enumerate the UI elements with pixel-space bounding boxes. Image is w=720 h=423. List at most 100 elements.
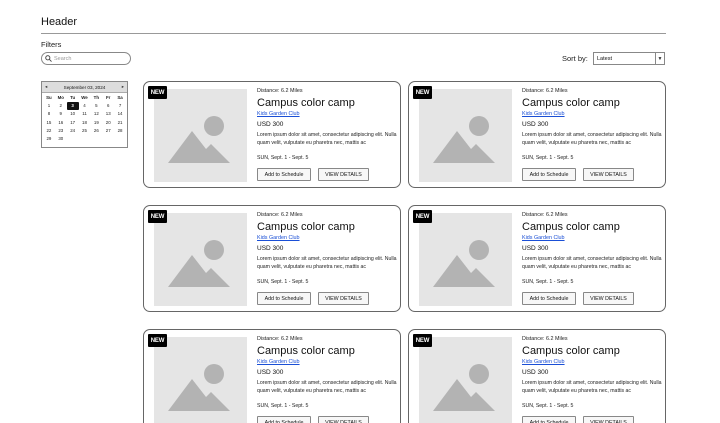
calendar-day[interactable]: 2: [55, 102, 67, 110]
calendar-weekday: We: [81, 95, 88, 100]
calendar-day[interactable]: 7: [114, 102, 126, 110]
calendar-day[interactable]: 11: [79, 110, 91, 118]
camp-card[interactable]: NEW Distance: 6.2 Miles Campus color camp K…: [143, 205, 401, 312]
card-dates: SUN, Sept. 1 - Sept. 5: [522, 155, 574, 161]
image-placeholder-icon: [419, 337, 512, 423]
add-to-schedule-button[interactable]: Add to Schedule: [522, 292, 576, 305]
card-price: USD 300: [522, 369, 549, 376]
card-distance: Distance: 6.2 Miles: [257, 336, 303, 342]
calendar-day[interactable]: 4: [79, 102, 91, 110]
card-host-link[interactable]: Kids Garden Club: [522, 111, 565, 117]
calendar-day[interactable]: 29: [43, 135, 55, 143]
calendar: ◂ September 03, 2024 ▸ Su Mo Tu We Th Fr Sa 1 2 3…: [41, 81, 128, 148]
view-details-button[interactable]: VIEW DETAILS: [318, 416, 369, 423]
calendar-day[interactable]: 23: [55, 127, 67, 135]
card-description: Lorem ipsum dolor sit amet, consectetur …: [522, 380, 662, 394]
card-description: Lorem ipsum dolor sit amet, consectetur …: [522, 132, 662, 146]
card-price: USD 300: [257, 369, 284, 376]
card-title: Campus color camp: [257, 221, 355, 233]
add-to-schedule-button[interactable]: Add to Schedule: [522, 168, 576, 181]
calendar-weekday: Fr: [106, 95, 111, 100]
sort-label: Sort by:: [562, 54, 588, 63]
new-badge: NEW: [413, 86, 432, 99]
card-price: USD 300: [522, 245, 549, 252]
card-host-link[interactable]: Kids Garden Club: [257, 111, 300, 117]
calendar-day[interactable]: 25: [79, 127, 91, 135]
calendar-day[interactable]: 27: [102, 127, 114, 135]
calendar-day[interactable]: 18: [79, 119, 91, 127]
card-title: Campus color camp: [257, 97, 355, 109]
card-distance: Distance: 6.2 Miles: [522, 336, 568, 342]
camp-card[interactable]: NEW Distance: 6.2 Miles Campus color camp K…: [408, 329, 666, 423]
calendar-day[interactable]: 17: [67, 119, 79, 127]
calendar-day[interactable]: 10: [67, 110, 79, 118]
new-badge: NEW: [148, 334, 167, 347]
card-description: Lorem ipsum dolor sit amet, consectetur …: [257, 132, 397, 146]
calendar-day[interactable]: 6: [102, 102, 114, 110]
card-title: Campus color camp: [522, 345, 620, 357]
sort-selected-value: Latest: [597, 55, 612, 62]
camp-card[interactable]: NEW Distance: 6.2 Miles Campus color camp K…: [143, 329, 401, 423]
calendar-day[interactable]: 28: [114, 127, 126, 135]
calendar-day[interactable]: 3: [66, 102, 79, 111]
calendar-day[interactable]: 26: [90, 127, 102, 135]
calendar-grid: Su Mo Tu We Th Fr Sa 1 2 3 4 5 6 7 8 9 10 11 12 13 14 15 16 17 1…: [42, 93, 127, 143]
calendar-header: ◂ September 03, 2024 ▸: [42, 82, 127, 93]
calendar-day[interactable]: 14: [114, 110, 126, 118]
calendar-day[interactable]: 12: [90, 110, 102, 118]
chevron-down-icon[interactable]: ▼: [655, 53, 664, 64]
search-box[interactable]: [41, 52, 131, 65]
card-distance: Distance: 6.2 Miles: [257, 88, 303, 94]
camp-card[interactable]: NEW Distance: 6.2 Miles Campus color camp K…: [408, 81, 666, 188]
card-price: USD 300: [257, 245, 284, 252]
card-title: Campus color camp: [522, 221, 620, 233]
image-placeholder-icon: [419, 213, 512, 306]
calendar-next-button[interactable]: ▸: [122, 84, 124, 90]
card-description: Lorem ipsum dolor sit amet, consectetur …: [522, 256, 662, 270]
add-to-schedule-button[interactable]: Add to Schedule: [257, 416, 311, 423]
calendar-weekday: Tu: [70, 95, 76, 100]
search-input[interactable]: [54, 55, 129, 62]
calendar-day[interactable]: 30: [55, 135, 67, 143]
calendar-weekday: Th: [93, 95, 100, 100]
add-to-schedule-button[interactable]: Add to Schedule: [257, 292, 311, 305]
card-dates: SUN, Sept. 1 - Sept. 5: [522, 279, 574, 285]
new-badge: NEW: [148, 86, 167, 99]
view-details-button[interactable]: VIEW DETAILS: [583, 168, 634, 181]
add-to-schedule-button[interactable]: Add to Schedule: [522, 416, 576, 423]
calendar-day[interactable]: 1: [43, 102, 55, 110]
calendar-day[interactable]: 16: [55, 119, 67, 127]
image-placeholder-icon: [154, 89, 247, 182]
calendar-day[interactable]: 19: [90, 119, 102, 127]
view-details-button[interactable]: VIEW DETAILS: [583, 416, 634, 423]
card-host-link[interactable]: Kids Garden Club: [257, 359, 300, 365]
calendar-day[interactable]: 15: [43, 119, 55, 127]
calendar-day[interactable]: 20: [102, 119, 114, 127]
view-details-button[interactable]: VIEW DETAILS: [318, 292, 369, 305]
card-distance: Distance: 6.2 Miles: [522, 212, 568, 218]
card-description: Lorem ipsum dolor sit amet, consectetur …: [257, 256, 397, 270]
card-price: USD 300: [257, 121, 284, 128]
view-details-button[interactable]: VIEW DETAILS: [583, 292, 634, 305]
calendar-day[interactable]: 21: [114, 119, 126, 127]
card-host-link[interactable]: Kids Garden Club: [257, 235, 300, 241]
calendar-day[interactable]: 9: [55, 110, 67, 118]
filters-label: Filters: [41, 40, 62, 49]
card-dates: SUN, Sept. 1 - Sept. 5: [522, 403, 574, 409]
view-details-button[interactable]: VIEW DETAILS: [318, 168, 369, 181]
calendar-prev-button[interactable]: ◂: [45, 84, 47, 90]
sort-select[interactable]: Latest ▼: [593, 52, 665, 65]
card-host-link[interactable]: Kids Garden Club: [522, 235, 565, 241]
card-description: Lorem ipsum dolor sit amet, consectetur …: [257, 380, 397, 394]
card-price: USD 300: [522, 121, 549, 128]
calendar-weekday: Sa: [117, 95, 123, 100]
card-host-link[interactable]: Kids Garden Club: [522, 359, 565, 365]
add-to-schedule-button[interactable]: Add to Schedule: [257, 168, 311, 181]
calendar-day[interactable]: 5: [90, 102, 102, 110]
calendar-day[interactable]: 13: [102, 110, 114, 118]
calendar-day[interactable]: 22: [43, 127, 55, 135]
camp-card[interactable]: NEW Distance: 6.2 Miles Campus color camp K…: [143, 81, 401, 188]
calendar-day[interactable]: 24: [67, 127, 79, 135]
camp-card[interactable]: NEW Distance: 6.2 Miles Campus color camp K…: [408, 205, 666, 312]
calendar-day[interactable]: 8: [43, 110, 55, 118]
